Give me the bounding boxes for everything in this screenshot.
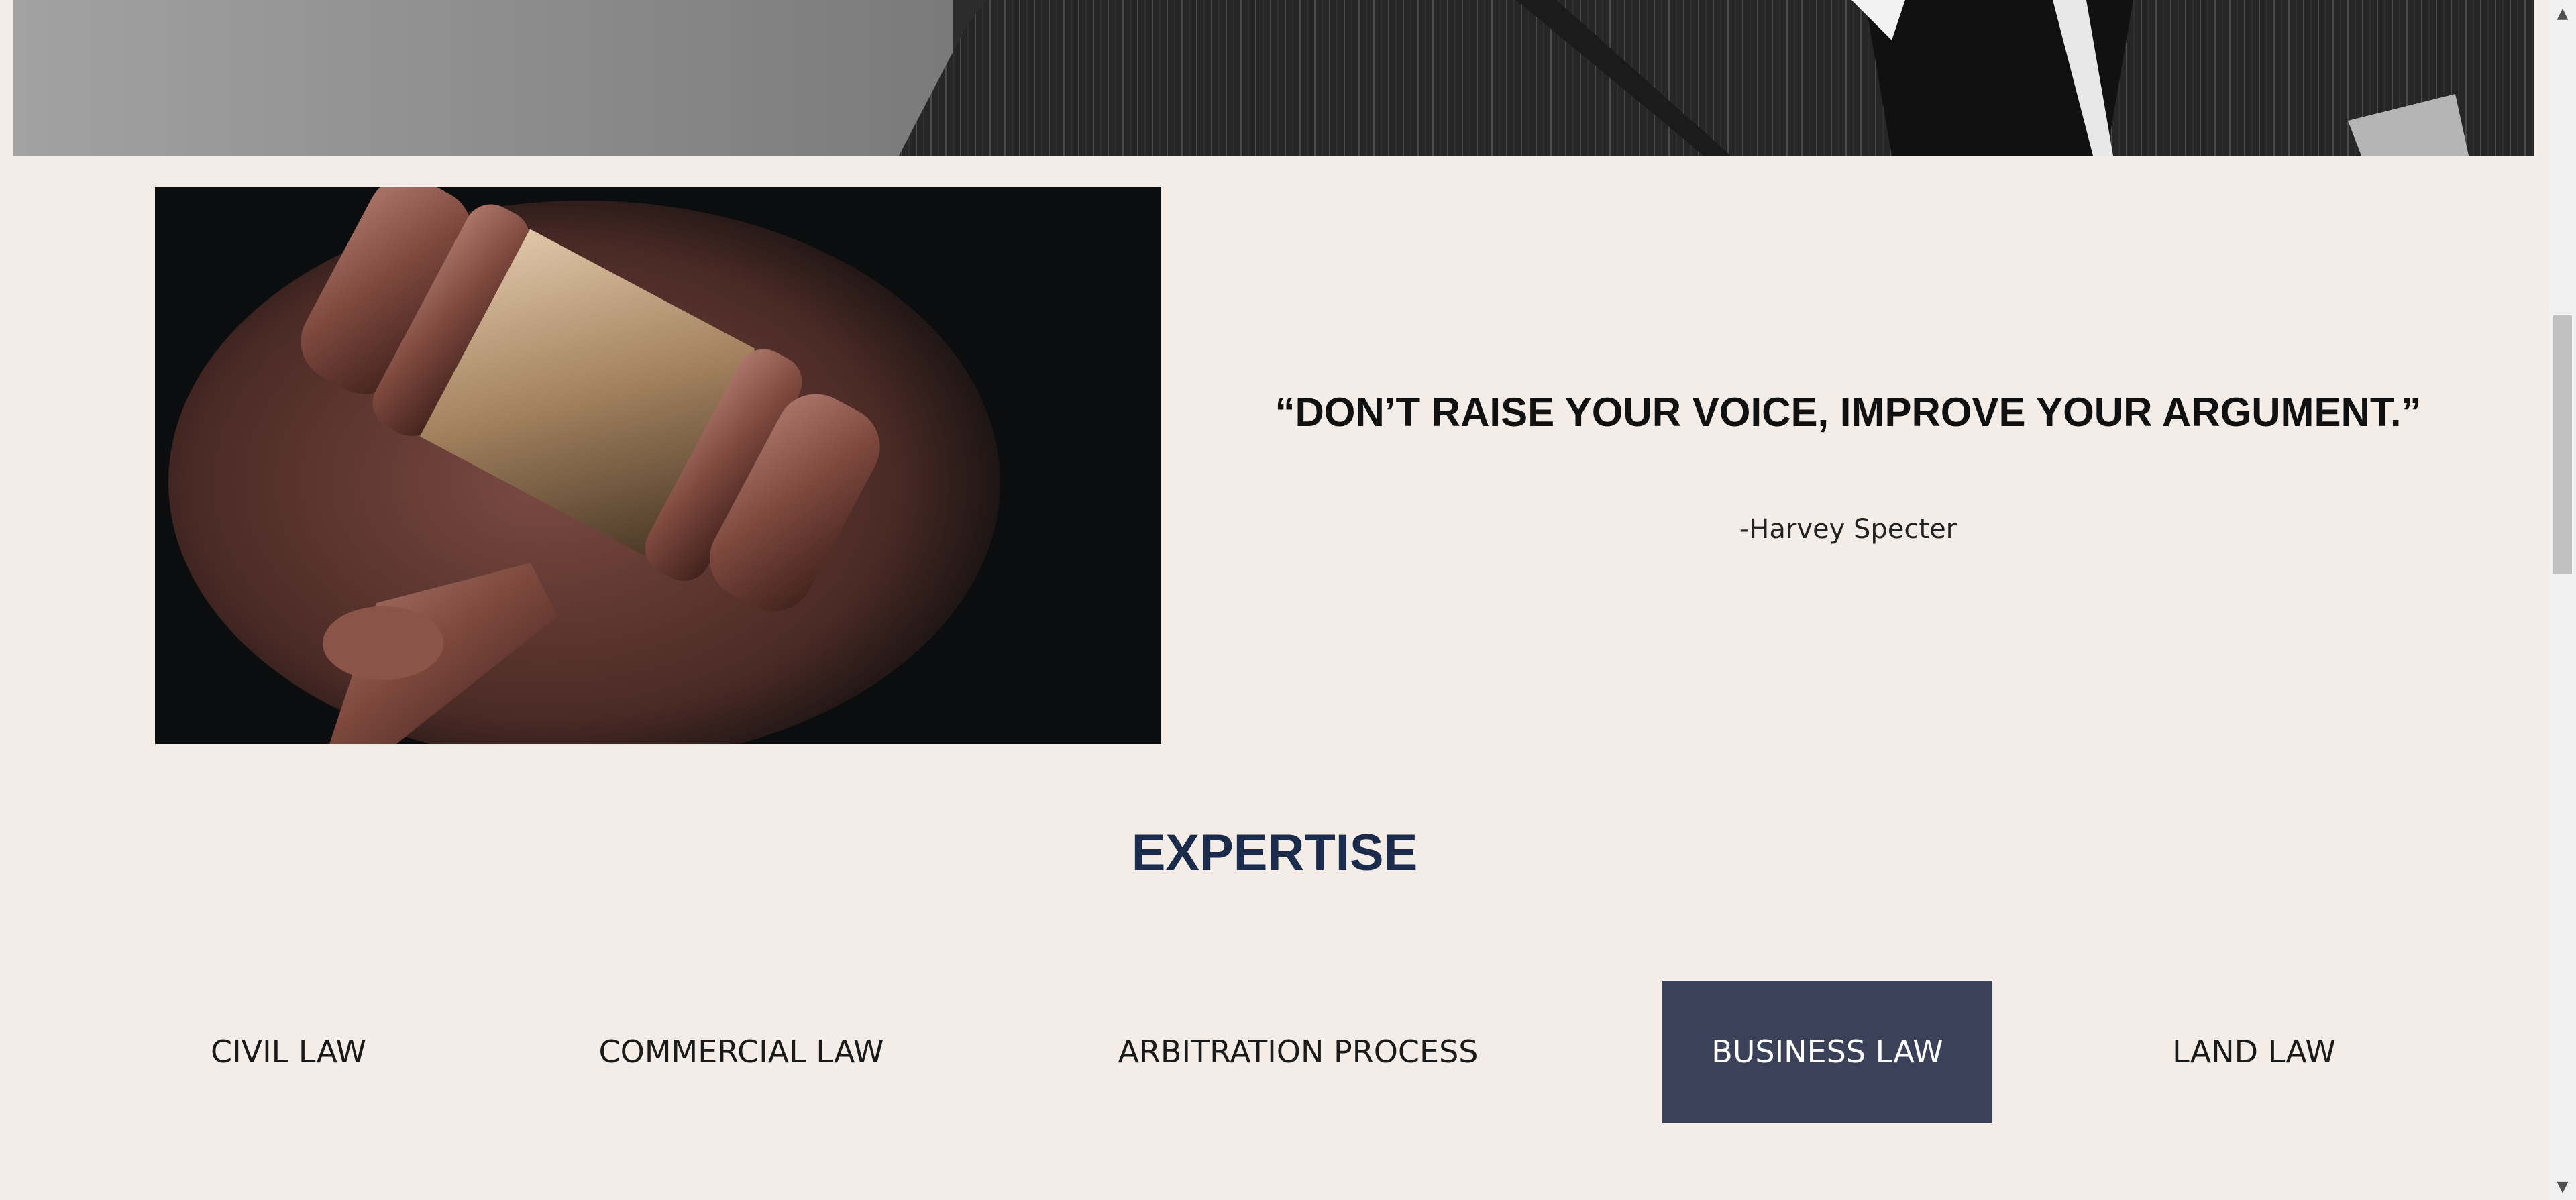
tab-commercial-law[interactable]: COMMERCIAL LAW [537, 981, 946, 1123]
tab-civil-law[interactable]: CIVIL LAW [154, 981, 423, 1123]
quote-author: -Harvey Specter [1739, 514, 1957, 545]
expertise-heading: EXPERTISE [1131, 824, 1418, 881]
scroll-thumb[interactable] [2553, 315, 2572, 574]
scroll-up-arrow-icon[interactable]: ▲ [2549, 0, 2576, 27]
tab-business-law[interactable]: BUSINESS LAW [1662, 981, 1992, 1123]
hero-photo [13, 0, 2534, 156]
expertise-tabs: CIVIL LAW COMMERCIAL LAW ARBITRATION PRO… [0, 981, 2549, 1123]
tab-arbitration-process[interactable]: ARBITRATION PROCESS [1073, 981, 1523, 1123]
gavel-image [155, 187, 1161, 744]
vertical-scrollbar[interactable]: ▲ ▼ [2549, 0, 2576, 1200]
tab-land-law[interactable]: LAND LAW [2120, 981, 2388, 1123]
scroll-down-arrow-icon[interactable]: ▼ [2549, 1173, 2576, 1200]
quote-text: “DON’T RAISE YOUR VOICE, IMPROVE YOUR AR… [1275, 390, 2422, 435]
